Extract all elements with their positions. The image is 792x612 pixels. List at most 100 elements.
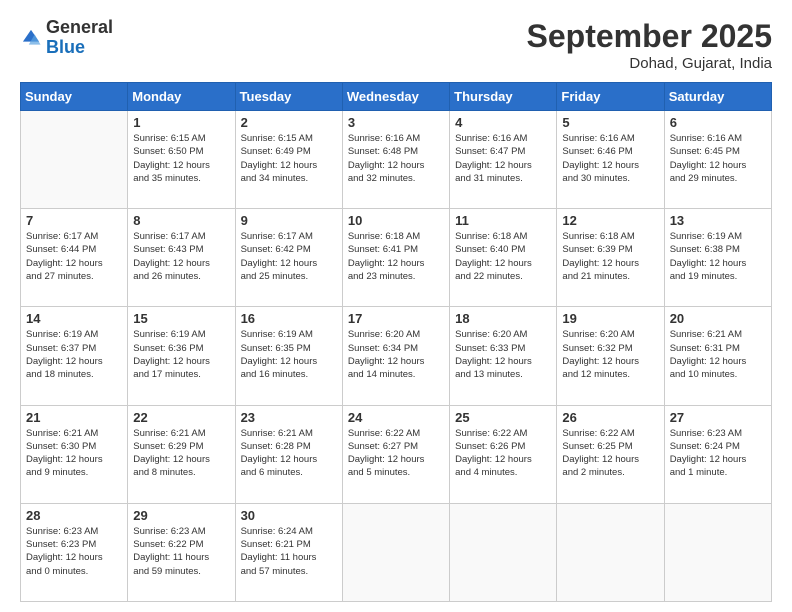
day-number: 20 (670, 311, 766, 326)
calendar-cell (557, 503, 664, 601)
day-info: Sunrise: 6:19 AMSunset: 6:35 PMDaylight:… (241, 328, 337, 381)
weekday-header-thursday: Thursday (450, 83, 557, 111)
day-number: 21 (26, 410, 122, 425)
calendar-cell: 19 Sunrise: 6:20 AMSunset: 6:32 PMDayligh… (557, 307, 664, 405)
calendar-cell: 13Sunrise: 6:19 AMSunset: 6:38 PMDayligh… (664, 209, 771, 307)
day-info: Sunrise: 6:23 AMSunset: 6:22 PMDaylight:… (133, 525, 229, 578)
calendar-cell (21, 111, 128, 209)
calendar-cell: 16 Sunrise: 6:19 AMSunset: 6:35 PMDayligh… (235, 307, 342, 405)
day-number: 11 (455, 213, 551, 228)
calendar-cell: 5Sunrise: 6:16 AMSunset: 6:46 PMDaylight… (557, 111, 664, 209)
day-number: 10 (348, 213, 444, 228)
day-info: Sunrise: 6:20 AMSunset: 6:34 PMDaylight:… (348, 328, 444, 381)
day-info: Sunrise: 6:16 AMSunset: 6:45 PMDaylight:… (670, 132, 766, 185)
week-row-3: 14 Sunrise: 6:19 AMSunset: 6:37 PMDayligh… (21, 307, 772, 405)
calendar-cell: 18 Sunrise: 6:20 AMSunset: 6:33 PMDayligh… (450, 307, 557, 405)
day-number: 30 (241, 508, 337, 523)
calendar-cell: 3 Sunrise: 6:16 AMSunset: 6:48 PMDaylight… (342, 111, 449, 209)
calendar-cell: 30Sunrise: 6:24 AMSunset: 6:21 PMDayligh… (235, 503, 342, 601)
calendar-cell: 23 Sunrise: 6:21 AMSunset: 6:28 PMDayligh… (235, 405, 342, 503)
day-number: 18 (455, 311, 551, 326)
calendar-cell: 26 Sunrise: 6:22 AMSunset: 6:25 PMDayligh… (557, 405, 664, 503)
day-number: 26 (562, 410, 658, 425)
day-number: 6 (670, 115, 766, 130)
day-number: 9 (241, 213, 337, 228)
day-info: Sunrise: 6:22 AMSunset: 6:25 PMDaylight:… (562, 427, 658, 480)
day-number: 14 (26, 311, 122, 326)
day-number: 24 (348, 410, 444, 425)
day-number: 28 (26, 508, 122, 523)
calendar-cell: 25 Sunrise: 6:22 AMSunset: 6:26 PMDayligh… (450, 405, 557, 503)
weekday-row: SundayMondayTuesdayWednesdayThursdayFrid… (21, 83, 772, 111)
logo-general-text: General (46, 17, 113, 37)
calendar-cell: 11Sunrise: 6:18 AMSunset: 6:40 PMDayligh… (450, 209, 557, 307)
day-info: Sunrise: 6:22 AMSunset: 6:26 PMDaylight:… (455, 427, 551, 480)
day-info: Sunrise: 6:15 AMSunset: 6:50 PMDaylight:… (133, 132, 229, 185)
calendar-cell: 24Sunrise: 6:22 AMSunset: 6:27 PMDayligh… (342, 405, 449, 503)
calendar-cell: 8 Sunrise: 6:17 AMSunset: 6:43 PMDaylight… (128, 209, 235, 307)
day-info: Sunrise: 6:21 AMSunset: 6:28 PMDaylight:… (241, 427, 337, 480)
day-info: Sunrise: 6:23 AMSunset: 6:24 PMDaylight:… (670, 427, 766, 480)
day-number: 23 (241, 410, 337, 425)
day-number: 7 (26, 213, 122, 228)
logo-blue-text: Blue (46, 37, 85, 57)
calendar-header: SundayMondayTuesdayWednesdayThursdayFrid… (21, 83, 772, 111)
day-info: Sunrise: 6:20 AMSunset: 6:32 PMDaylight:… (562, 328, 658, 381)
day-info: Sunrise: 6:20 AMSunset: 6:33 PMDaylight:… (455, 328, 551, 381)
calendar-cell: 7Sunrise: 6:17 AMSunset: 6:44 PMDaylight… (21, 209, 128, 307)
calendar-cell: 1Sunrise: 6:15 AMSunset: 6:50 PMDaylight… (128, 111, 235, 209)
day-number: 5 (562, 115, 658, 130)
day-number: 2 (241, 115, 337, 130)
weekday-header-wednesday: Wednesday (342, 83, 449, 111)
weekday-header-saturday: Saturday (664, 83, 771, 111)
calendar-body: 1Sunrise: 6:15 AMSunset: 6:50 PMDaylight… (21, 111, 772, 602)
day-number: 12 (562, 213, 658, 228)
day-info: Sunrise: 6:21 AMSunset: 6:29 PMDaylight:… (133, 427, 229, 480)
calendar-cell: 4Sunrise: 6:16 AMSunset: 6:47 PMDaylight… (450, 111, 557, 209)
day-info: Sunrise: 6:18 AMSunset: 6:41 PMDaylight:… (348, 230, 444, 283)
calendar-cell: 21 Sunrise: 6:21 AMSunset: 6:30 PMDayligh… (21, 405, 128, 503)
day-info: Sunrise: 6:17 AMSunset: 6:43 PMDaylight:… (133, 230, 229, 283)
calendar-cell: 15Sunrise: 6:19 AMSunset: 6:36 PMDayligh… (128, 307, 235, 405)
calendar-cell: 6 Sunrise: 6:16 AMSunset: 6:45 PMDaylight… (664, 111, 771, 209)
header: General Blue September 2025 Dohad, Gujar… (20, 18, 772, 72)
day-info: Sunrise: 6:17 AMSunset: 6:42 PMDaylight:… (241, 230, 337, 283)
calendar-cell: 9 Sunrise: 6:17 AMSunset: 6:42 PMDaylight… (235, 209, 342, 307)
day-info: Sunrise: 6:16 AMSunset: 6:48 PMDaylight:… (348, 132, 444, 185)
calendar-cell: 10 Sunrise: 6:18 AMSunset: 6:41 PMDayligh… (342, 209, 449, 307)
day-number: 13 (670, 213, 766, 228)
weekday-header-monday: Monday (128, 83, 235, 111)
day-number: 15 (133, 311, 229, 326)
day-number: 29 (133, 508, 229, 523)
logo-icon (20, 27, 42, 49)
day-number: 17 (348, 311, 444, 326)
day-number: 22 (133, 410, 229, 425)
day-info: Sunrise: 6:21 AMSunset: 6:30 PMDaylight:… (26, 427, 122, 480)
weekday-header-sunday: Sunday (21, 83, 128, 111)
day-number: 19 (562, 311, 658, 326)
day-info: Sunrise: 6:15 AMSunset: 6:49 PMDaylight:… (241, 132, 337, 185)
day-number: 8 (133, 213, 229, 228)
calendar-cell: 29 Sunrise: 6:23 AMSunset: 6:22 PMDayligh… (128, 503, 235, 601)
calendar-table: SundayMondayTuesdayWednesdayThursdayFrid… (20, 82, 772, 602)
calendar-cell: 12 Sunrise: 6:18 AMSunset: 6:39 PMDayligh… (557, 209, 664, 307)
day-number: 27 (670, 410, 766, 425)
logo-text: General Blue (46, 18, 113, 58)
day-info: Sunrise: 6:18 AMSunset: 6:39 PMDaylight:… (562, 230, 658, 283)
title-block: September 2025 Dohad, Gujarat, India (527, 18, 772, 72)
calendar-cell (450, 503, 557, 601)
calendar-cell: 22 Sunrise: 6:21 AMSunset: 6:29 PMDayligh… (128, 405, 235, 503)
day-info: Sunrise: 6:19 AMSunset: 6:37 PMDaylight:… (26, 328, 122, 381)
logo: General Blue (20, 18, 113, 58)
weekday-header-tuesday: Tuesday (235, 83, 342, 111)
day-number: 16 (241, 311, 337, 326)
week-row-1: 1Sunrise: 6:15 AMSunset: 6:50 PMDaylight… (21, 111, 772, 209)
calendar-cell: 17 Sunrise: 6:20 AMSunset: 6:34 PMDayligh… (342, 307, 449, 405)
calendar-cell: 2 Sunrise: 6:15 AMSunset: 6:49 PMDaylight… (235, 111, 342, 209)
day-number: 3 (348, 115, 444, 130)
day-info: Sunrise: 6:23 AMSunset: 6:23 PMDaylight:… (26, 525, 122, 578)
week-row-5: 28 Sunrise: 6:23 AMSunset: 6:23 PMDayligh… (21, 503, 772, 601)
calendar-cell: 20Sunrise: 6:21 AMSunset: 6:31 PMDayligh… (664, 307, 771, 405)
day-number: 25 (455, 410, 551, 425)
calendar-cell (342, 503, 449, 601)
